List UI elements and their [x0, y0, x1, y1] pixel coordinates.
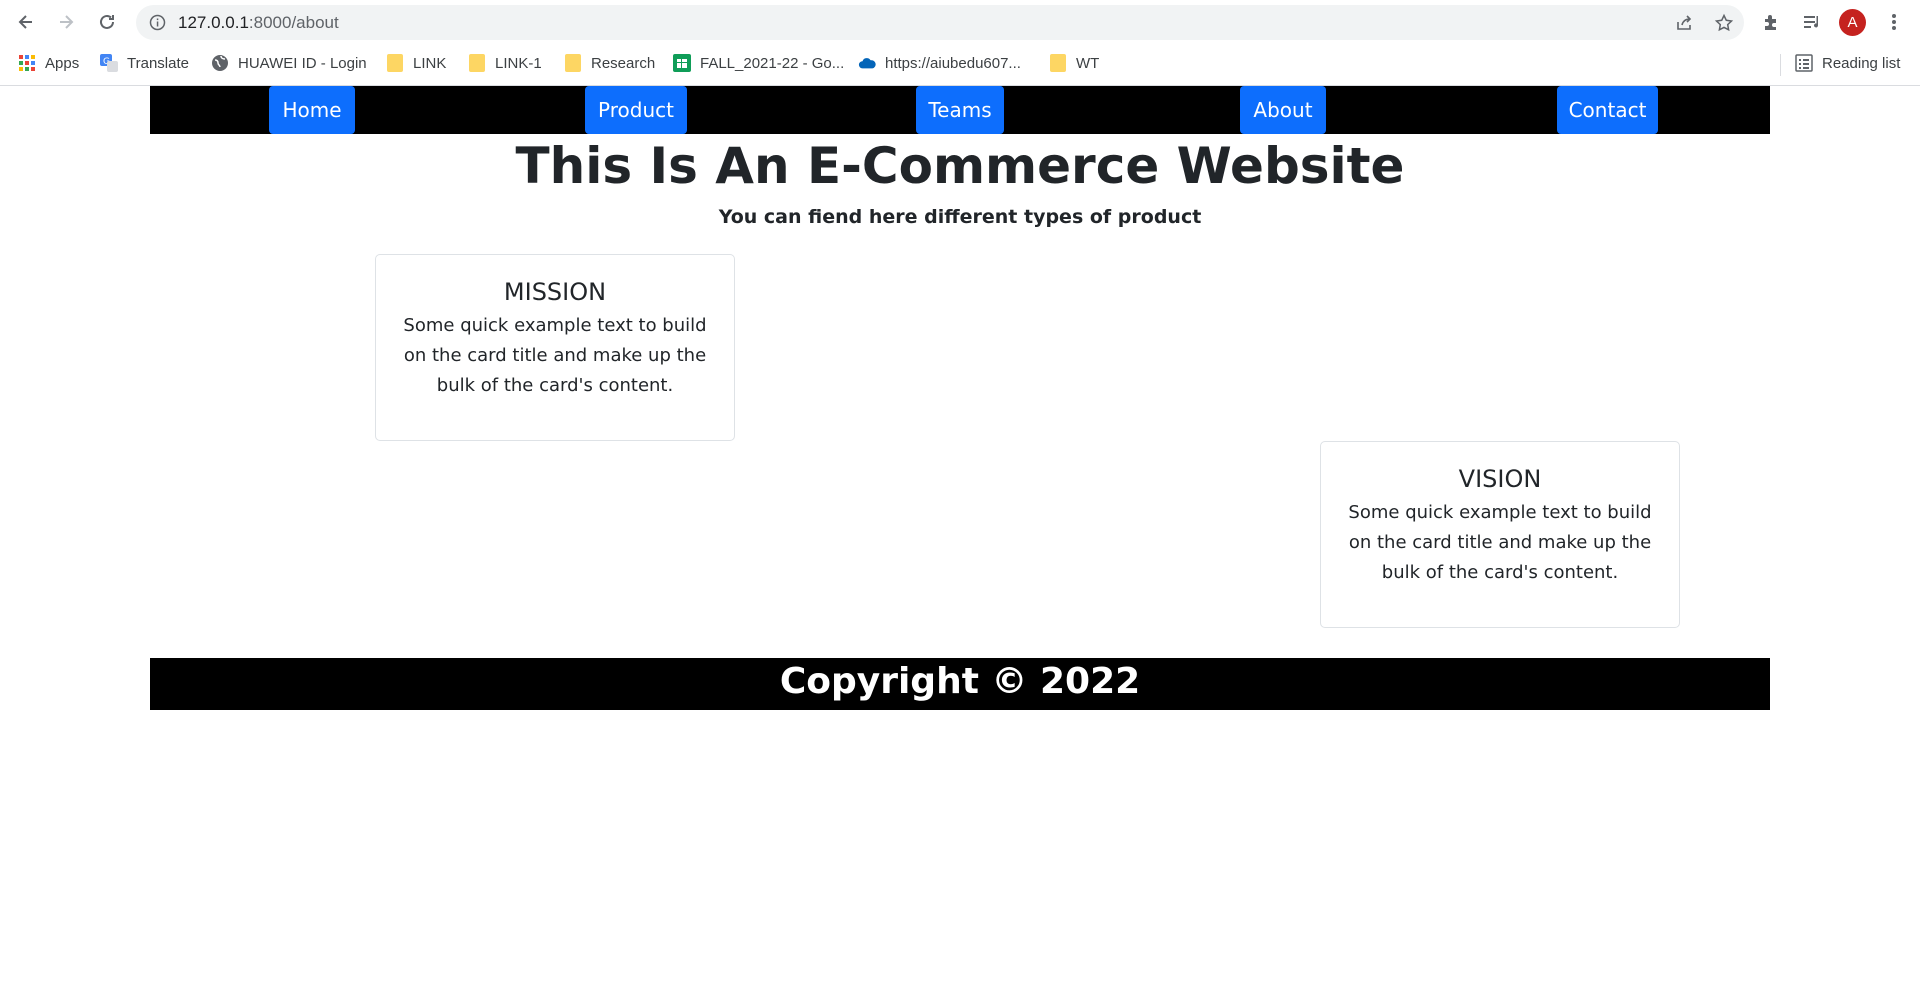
nav-product-button[interactable]: Product [585, 86, 687, 134]
nav-home-button[interactable]: Home [269, 86, 355, 134]
bookmark-label: Research [591, 54, 656, 72]
site-info-icon[interactable] [148, 13, 167, 32]
bookmark-star-icon[interactable] [1712, 11, 1736, 35]
globe-icon [211, 54, 229, 72]
bookmark-wt[interactable]: WT [1049, 50, 1099, 76]
url-path: :8000/about [248, 13, 339, 32]
nav-about-button[interactable]: About [1240, 86, 1326, 134]
profile-avatar[interactable]: A [1839, 9, 1866, 36]
site-footer: Copyright © 2022 [150, 658, 1770, 710]
browser-chrome: 127.0.0.1:8000/about A Apps G Translate … [0, 0, 1920, 86]
bookmark-label: LINK [413, 54, 447, 72]
folder-icon [468, 54, 486, 72]
card-title: VISION [1458, 465, 1542, 493]
media-queue-icon[interactable] [1798, 8, 1826, 36]
back-arrow-icon[interactable] [10, 6, 42, 38]
bookmark-onedrive[interactable]: https://aiubedu607... [858, 50, 1021, 76]
folder-icon [1049, 54, 1067, 72]
page-title: This Is An E-Commerce Website [515, 137, 1405, 195]
url-text[interactable]: 127.0.0.1:8000/about [178, 13, 339, 33]
bookmark-apps[interactable]: Apps [18, 50, 79, 76]
bookmark-fall-2021[interactable]: FALL_2021-22 - Go... [673, 50, 844, 76]
bookmark-label: WT [1076, 54, 1100, 72]
sheets-icon [673, 54, 691, 72]
site-navbar: Home Product Teams About Contact [150, 86, 1770, 134]
browser-toolbar: 127.0.0.1:8000/about A [0, 0, 1920, 44]
nav-contact-button[interactable]: Contact [1557, 86, 1658, 134]
reading-list-label: Reading list [1822, 54, 1901, 72]
mission-card: MISSION Some quick example text to build… [375, 254, 735, 441]
reading-list-button[interactable]: Reading list [1795, 50, 1900, 76]
bookmark-translate[interactable]: G Translate [100, 50, 189, 76]
page-subtitle: You can fiend here different types of pr… [718, 206, 1202, 228]
bookmark-label: HUAWEI ID - Login [238, 54, 367, 72]
bookmark-label: Apps [45, 54, 80, 72]
bookmark-label: https://aiubedu607... [885, 54, 1021, 72]
bookmark-link[interactable]: LINK [386, 50, 446, 76]
onedrive-icon [858, 54, 876, 72]
bookmark-huawei[interactable]: HUAWEI ID - Login [211, 50, 367, 76]
folder-icon [386, 54, 404, 72]
url-host: 127.0.0.1 [178, 13, 249, 32]
card-title: MISSION [503, 278, 607, 306]
nav-teams-button[interactable]: Teams [916, 86, 1004, 134]
kebab-menu-icon[interactable] [1880, 8, 1908, 36]
card-text: Some quick example text to build on the … [403, 315, 707, 396]
address-bar[interactable]: 127.0.0.1:8000/about [136, 5, 1744, 40]
bookmark-research[interactable]: Research [564, 50, 655, 76]
bookmark-label: LINK-1 [495, 54, 542, 72]
bookmark-link-1[interactable]: LINK-1 [468, 50, 542, 76]
forward-arrow-icon[interactable] [50, 6, 82, 38]
translate-icon: G [100, 54, 118, 72]
folder-icon [564, 54, 582, 72]
card-text: Some quick example text to build on the … [1348, 502, 1652, 583]
bookmarks-bar: Apps G Translate HUAWEI ID - Login LINK … [0, 44, 1920, 82]
share-icon[interactable] [1672, 11, 1696, 35]
reload-icon[interactable] [91, 6, 123, 38]
reading-list-icon [1795, 54, 1813, 72]
bookmark-label: Translate [127, 54, 189, 72]
apps-grid-icon [18, 54, 36, 72]
vision-card: VISION Some quick example text to build … [1320, 441, 1680, 628]
bookmark-label: FALL_2021-22 - Go... [700, 54, 845, 72]
extensions-puzzle-icon[interactable] [1757, 8, 1785, 36]
bookmarks-divider [1780, 54, 1781, 76]
